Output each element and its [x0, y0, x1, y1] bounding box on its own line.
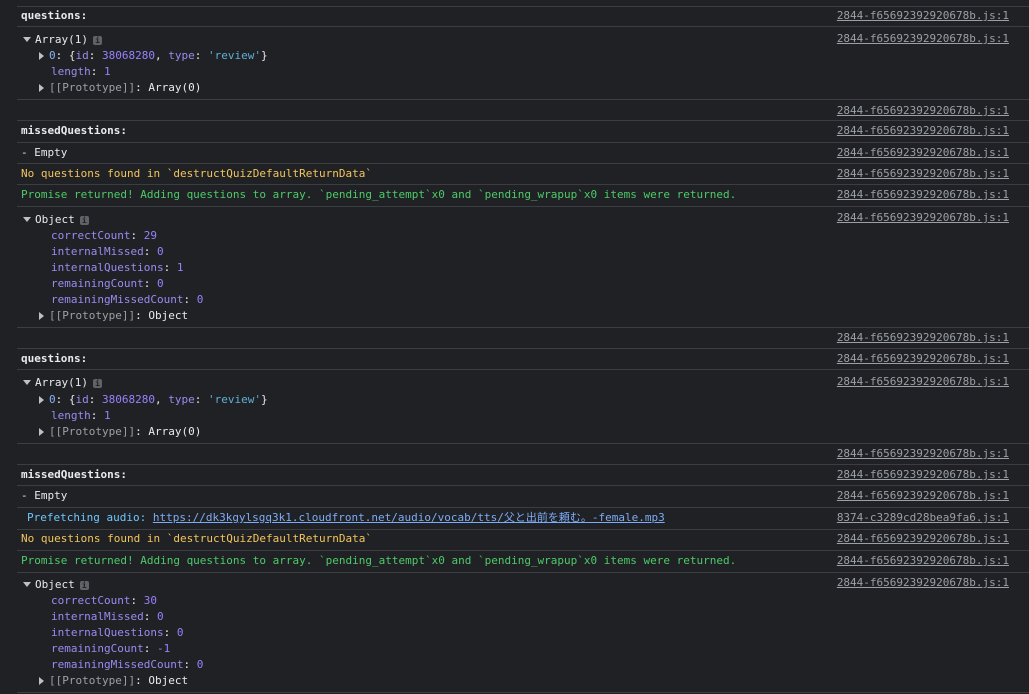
- expand-down-icon[interactable]: [23, 37, 31, 42]
- log-message-questions: questions:: [21, 9, 88, 22]
- info-icon[interactable]: i: [79, 215, 89, 225]
- object-prototype-row[interactable]: [[Prototype]]: Object: [36, 308, 188, 324]
- log-message-no-questions: No questions found in `destructQuizDefau…: [21, 532, 372, 545]
- log-separator: [17, 485, 1029, 486]
- info-icon[interactable]: i: [92, 35, 102, 45]
- log-separator: [17, 369, 1029, 370]
- log-separator: [17, 206, 1029, 207]
- log-separator: [17, 572, 1029, 573]
- array-length-row: length: 1: [51, 409, 111, 422]
- source-link[interactable]: 2844-f65692392920678b.js:1: [837, 123, 1009, 139]
- source-link[interactable]: 2844-f65692392920678b.js:1: [837, 553, 1009, 569]
- log-separator: [17, 507, 1029, 508]
- log-message-missed-questions: missedQuestions:: [21, 468, 127, 481]
- expand-down-icon[interactable]: [23, 380, 31, 385]
- source-link[interactable]: 2844-f65692392920678b.js:1: [837, 103, 1009, 119]
- log-separator: [17, 327, 1029, 328]
- log-separator: [17, 443, 1029, 444]
- log-separator: [17, 120, 1029, 121]
- info-icon[interactable]: i: [92, 378, 102, 388]
- source-link[interactable]: 2844-f65692392920678b.js:1: [837, 575, 1009, 591]
- object-header[interactable]: Object i: [21, 577, 89, 593]
- expand-down-icon[interactable]: [23, 582, 31, 587]
- log-message-questions: questions:: [21, 352, 88, 365]
- log-message-promise: Promise returned! Adding questions to ar…: [21, 554, 737, 567]
- array-length-row: length: 1: [51, 65, 111, 78]
- log-separator: [17, 692, 1029, 693]
- source-link[interactable]: 2844-f65692392920678b.js:1: [837, 351, 1009, 367]
- log-message-empty: - Empty: [21, 489, 68, 502]
- object-prop-row: remainingCount: -1: [51, 642, 171, 655]
- info-icon[interactable]: i: [79, 580, 89, 590]
- object-prop-row: correctCount: 29: [51, 229, 157, 242]
- audio-url-link[interactable]: https://dk3kgylsgq3k1.cloudfront.net/aud…: [153, 511, 665, 524]
- source-link[interactable]: 2844-f65692392920678b.js:1: [837, 8, 1009, 24]
- prefetch-label: Prefetching audio:: [27, 511, 153, 524]
- log-separator: [17, 348, 1029, 349]
- log-separator: [17, 550, 1029, 551]
- source-link[interactable]: 2844-f65692392920678b.js:1: [837, 145, 1009, 161]
- object-prop-row: internalMissed: 0: [51, 245, 164, 258]
- expand-right-icon[interactable]: [39, 51, 44, 60]
- log-separator: [17, 26, 1029, 27]
- object-prop-row: remainingMissedCount: 0: [51, 658, 204, 671]
- object-prop-row: correctCount: 30: [51, 594, 157, 607]
- source-link[interactable]: 2844-f65692392920678b.js:1: [837, 31, 1009, 47]
- array-prototype-row[interactable]: [[Prototype]]: Array(0): [36, 424, 201, 440]
- object-header[interactable]: Object i: [21, 212, 89, 228]
- source-link-audio[interactable]: 8374-c3289cd28bea9fa6.js:1: [837, 510, 1009, 526]
- log-message-empty: - Empty: [21, 146, 68, 159]
- log-separator: [17, 142, 1029, 143]
- log-separator: [17, 184, 1029, 185]
- expand-right-icon[interactable]: [39, 311, 44, 320]
- source-link[interactable]: 2844-f65692392920678b.js:1: [837, 446, 1009, 462]
- source-link[interactable]: 2844-f65692392920678b.js:1: [837, 374, 1009, 390]
- log-separator: [17, 529, 1029, 530]
- source-link[interactable]: 2844-f65692392920678b.js:1: [837, 187, 1009, 203]
- expand-right-icon[interactable]: [39, 427, 44, 436]
- log-separator: [17, 6, 1029, 7]
- expand-right-icon[interactable]: [39, 395, 44, 404]
- devtools-console: questions: 2844-f65692392920678b.js:1 Ar…: [17, 0, 1029, 694]
- object-prop-row: internalMissed: 0: [51, 610, 164, 623]
- source-link[interactable]: 2844-f65692392920678b.js:1: [837, 531, 1009, 547]
- source-link[interactable]: 2844-f65692392920678b.js:1: [837, 488, 1009, 504]
- source-link[interactable]: 2844-f65692392920678b.js:1: [837, 166, 1009, 182]
- object-prop-row: internalQuestions: 1: [51, 261, 184, 274]
- object-prop-row: internalQuestions: 0: [51, 626, 184, 639]
- expand-down-icon[interactable]: [23, 217, 31, 222]
- expand-right-icon[interactable]: [39, 83, 44, 92]
- object-prototype-row[interactable]: [[Prototype]]: Object: [36, 673, 188, 689]
- log-message-prefetch: Prefetching audio: https://dk3kgylsgq3k1…: [27, 510, 665, 526]
- array-header[interactable]: Array(1) i: [21, 375, 102, 391]
- array-header[interactable]: Array(1) i: [21, 32, 102, 48]
- array-item-row[interactable]: 0: {id: 38068280, type: 'review'}: [36, 392, 268, 408]
- log-separator: [17, 99, 1029, 100]
- expand-right-icon[interactable]: [39, 676, 44, 685]
- log-message-missed-questions: missedQuestions:: [21, 124, 127, 137]
- source-link[interactable]: 2844-f65692392920678b.js:1: [837, 467, 1009, 483]
- log-separator: [17, 464, 1029, 465]
- object-prop-row: remainingMissedCount: 0: [51, 293, 204, 306]
- log-separator: [17, 163, 1029, 164]
- object-prop-row: remainingCount: 0: [51, 277, 164, 290]
- array-item-row[interactable]: 0: {id: 38068280, type: 'review'}: [36, 48, 268, 64]
- log-message-no-questions: No questions found in `destructQuizDefau…: [21, 167, 372, 180]
- source-link[interactable]: 2844-f65692392920678b.js:1: [837, 330, 1009, 346]
- array-prototype-row[interactable]: [[Prototype]]: Array(0): [36, 80, 201, 96]
- log-message-promise: Promise returned! Adding questions to ar…: [21, 188, 737, 201]
- source-link[interactable]: 2844-f65692392920678b.js:1: [837, 210, 1009, 226]
